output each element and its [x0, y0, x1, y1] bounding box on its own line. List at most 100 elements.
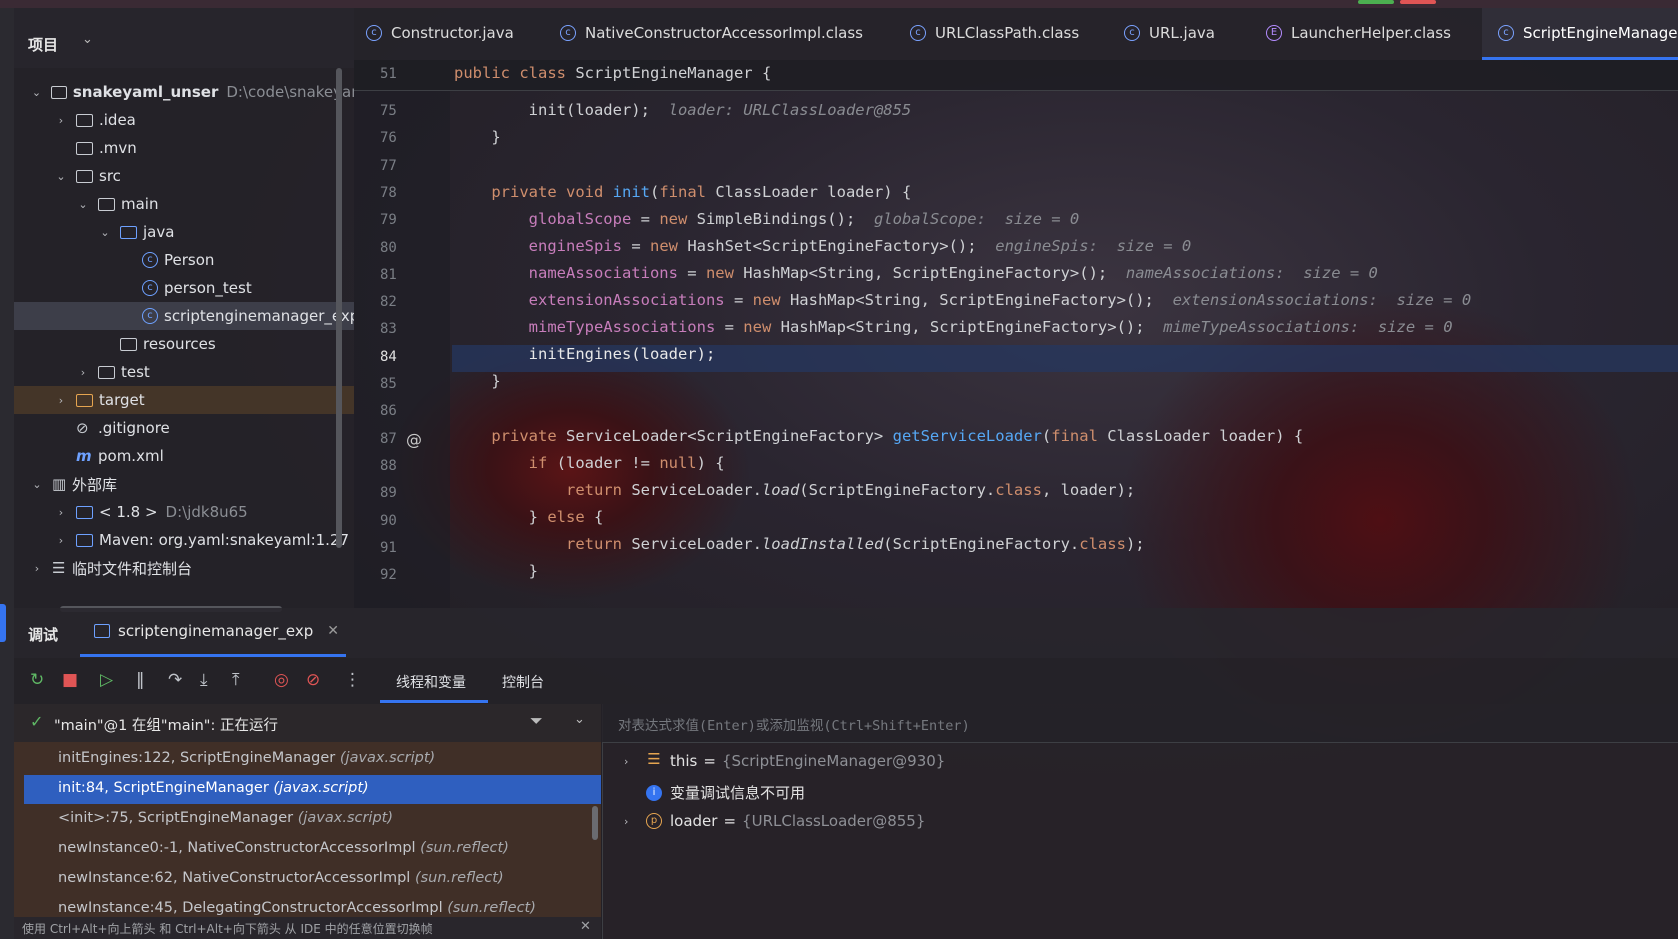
line-number[interactable]: 92: [380, 567, 420, 583]
line-number[interactable]: 78: [380, 185, 420, 201]
pause-icon[interactable]: ‖: [136, 670, 145, 690]
line-number[interactable]: 76: [380, 130, 420, 146]
tree-item-jdk[interactable]: › < 1.8 > D:\jdk8u65: [14, 498, 354, 526]
frame-package: (javax.script): [273, 780, 369, 796]
tree-item-test[interactable]: › test: [14, 358, 354, 386]
tab-console[interactable]: 控制台: [502, 672, 544, 692]
chevron-right-icon[interactable]: ›: [624, 755, 646, 768]
thread-selector[interactable]: ✓ "main"@1 在组"main": 正在运行 ⏷ ⌄: [14, 704, 601, 742]
chevron-right-icon[interactable]: ›: [54, 114, 68, 127]
view-breakpoints-icon[interactable]: ◎: [274, 670, 289, 690]
tree-item-target[interactable]: › target: [14, 386, 354, 414]
more-options-icon[interactable]: ⋮: [344, 670, 361, 690]
tree-item-java[interactable]: ⌄ java: [14, 218, 354, 246]
tree-item-gitignore[interactable]: ⊘ .gitignore: [14, 414, 354, 442]
debug-session-tab[interactable]: scriptenginemanager_exp ✕: [94, 622, 339, 640]
chevron-right-icon[interactable]: ›: [54, 534, 68, 547]
chevron-right-icon[interactable]: ›: [54, 394, 68, 407]
line-number[interactable]: 85: [380, 376, 420, 392]
chevron-down-icon[interactable]: ⌄: [54, 170, 68, 183]
tree-item-pom[interactable]: m pom.xml: [14, 442, 354, 470]
chevron-right-icon[interactable]: ›: [624, 815, 646, 828]
tree-item-src[interactable]: ⌄ src: [14, 162, 354, 190]
stack-frame-selected[interactable]: init:84, ScriptEngineManager (javax.scri…: [58, 780, 369, 796]
chevron-down-icon[interactable]: ⌄: [574, 712, 585, 727]
close-icon[interactable]: ✕: [327, 623, 339, 639]
variable-loader[interactable]: › p loader = {URLClassLoader@855}: [624, 812, 925, 830]
line-number[interactable]: 86: [380, 403, 420, 419]
stack-frame[interactable]: newInstance:62, NativeConstructorAccesso…: [58, 870, 504, 886]
tab-threads-variables[interactable]: 线程和变量: [396, 672, 466, 692]
code-line-75: init(loader); loader: URLClassLoader@855: [454, 101, 912, 119]
tree-vertical-scrollbar[interactable]: [336, 68, 342, 548]
tree-item-resources[interactable]: resources: [14, 330, 354, 358]
tab-constructor-java[interactable]: c Constructor.java: [366, 18, 514, 48]
code-line-88: if (loader != null) {: [528, 454, 725, 472]
class-icon: c: [1124, 25, 1140, 41]
variable-info-message: i 变量调试信息不可用: [624, 782, 805, 803]
rerun-icon[interactable]: ↻: [30, 670, 44, 690]
project-tree: ⌄ snakeyaml_unser D:\code\snakeyaml › .idea…: [14, 68, 354, 608]
line-number[interactable]: 82: [380, 294, 420, 310]
chevron-down-icon[interactable]: ⌄: [98, 226, 112, 239]
resume-icon[interactable]: ▷: [100, 670, 113, 690]
tree-root[interactable]: ⌄ snakeyaml_unser D:\code\snakeyaml: [14, 78, 354, 106]
folder-icon: [76, 169, 93, 183]
tree-item-scratches[interactable]: › ☰ 临时文件和控制台: [14, 554, 354, 582]
tab-urlclasspath[interactable]: c URLClassPath.class: [910, 18, 1079, 48]
stack-frame[interactable]: <init>:75, ScriptEngineManager (javax.sc…: [58, 810, 393, 826]
variable-this[interactable]: › ☰ this = {ScriptEngineManager@930}: [624, 752, 945, 771]
chevron-right-icon[interactable]: ›: [30, 562, 44, 575]
stack-frame[interactable]: newInstance:45, DelegatingConstructorAcc…: [58, 900, 536, 916]
sticky-code: public class ScriptEngineManager {: [454, 64, 772, 82]
step-over-icon[interactable]: ↷: [168, 670, 182, 690]
evaluate-expression-input[interactable]: 对表达式求值(Enter)或添加监视(Ctrl+Shift+Enter): [602, 704, 1678, 743]
line-number[interactable]: 79: [380, 212, 420, 228]
chevron-down-icon[interactable]: ⌄: [82, 32, 93, 47]
line-number[interactable]: 77: [380, 158, 420, 174]
line-number[interactable]: 88: [380, 458, 420, 474]
chevron-down-icon[interactable]: ⌄: [76, 198, 90, 211]
step-into-icon[interactable]: ⤓: [200, 670, 208, 690]
line-number[interactable]: 90: [380, 513, 420, 529]
frame-switch-hint: 使用 Ctrl+Alt+向上箭头 和 Ctrl+Alt+向下箭头 从 IDE 中…: [14, 917, 601, 939]
project-title[interactable]: 项目: [28, 34, 58, 55]
tree-item-person[interactable]: c Person: [14, 246, 354, 274]
tab-launcherhelper[interactable]: E LauncherHelper.class: [1266, 18, 1451, 48]
implements-marker-icon[interactable]: @: [406, 430, 422, 449]
mute-breakpoints-icon[interactable]: ⊘: [306, 670, 320, 690]
line-number[interactable]: 80: [380, 240, 420, 256]
frame-method: initEngines:122, ScriptEngineManager: [58, 750, 336, 766]
chevron-down-icon[interactable]: ⌄: [30, 478, 44, 491]
line-number[interactable]: 91: [380, 540, 420, 556]
tree-item-external-libs[interactable]: ⌄ ▥ 外部库: [14, 470, 354, 498]
parameter-icon: p: [646, 813, 662, 829]
class-icon: c: [142, 252, 158, 268]
source-folder-icon: [120, 225, 137, 239]
filter-icon[interactable]: ⏷: [530, 711, 543, 731]
close-icon[interactable]: ✕: [580, 919, 591, 934]
line-number[interactable]: 89: [380, 485, 420, 501]
tree-item-idea[interactable]: › .idea: [14, 106, 354, 134]
tab-url-java[interactable]: c URL.java: [1124, 18, 1215, 48]
chevron-right-icon[interactable]: ›: [54, 506, 68, 519]
tab-native-constructor[interactable]: c NativeConstructorAccessorImpl.class: [560, 18, 863, 48]
run-config-icon: [94, 624, 110, 638]
line-number[interactable]: 83: [380, 321, 420, 337]
tree-item-mvn[interactable]: .mvn: [14, 134, 354, 162]
step-out-icon[interactable]: ⤒: [232, 670, 240, 690]
tree-item-scriptenginemanager-exp[interactable]: c scriptenginemanager_exp: [14, 302, 354, 330]
tree-item-maven-lib[interactable]: › Maven: org.yaml:snakeyaml:1.27: [14, 526, 354, 554]
line-number[interactable]: 81: [380, 267, 420, 283]
frames-scrollbar[interactable]: [592, 806, 598, 840]
tab-scriptenginemanager[interactable]: c ScriptEngineManager: [1498, 18, 1678, 48]
stack-frame[interactable]: initEngines:122, ScriptEngineManager (ja…: [58, 750, 435, 766]
line-number[interactable]: 75: [380, 103, 420, 119]
line-number[interactable]: 84: [380, 349, 420, 365]
tree-item-main[interactable]: ⌄ main: [14, 190, 354, 218]
chevron-down-icon[interactable]: ⌄: [30, 86, 43, 99]
stop-icon[interactable]: ■: [62, 670, 78, 690]
chevron-right-icon[interactable]: ›: [76, 366, 90, 379]
stack-frame[interactable]: newInstance0:-1, NativeConstructorAccess…: [58, 840, 509, 856]
tree-item-person-test[interactable]: c person_test: [14, 274, 354, 302]
